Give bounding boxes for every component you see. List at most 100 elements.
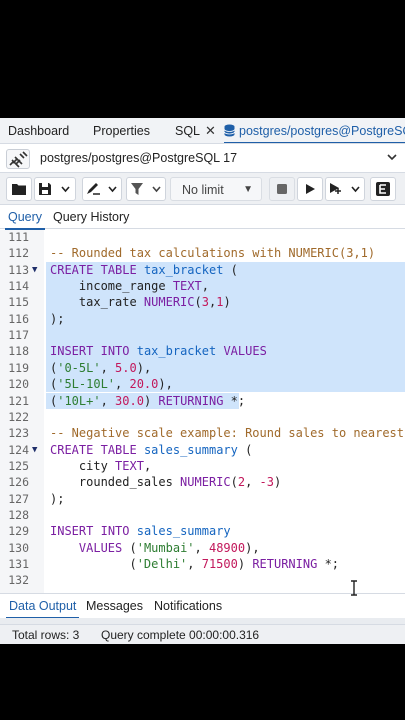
code-line[interactable]: 115 tax_rate NUMERIC(3,1) (0, 294, 405, 311)
line-number: 118 (8, 344, 29, 359)
text-cursor-icon (349, 580, 359, 596)
code-line[interactable]: 130 VALUES ('Mumbai', 48900), (0, 540, 405, 556)
code-line[interactable]: 131 ('Delhi', 71500) RETURNING *; (0, 556, 405, 572)
code-line[interactable]: 122 (0, 409, 405, 425)
tab-label: Query (8, 210, 43, 224)
tab-label: SQL (175, 124, 201, 138)
line-number: 132 (8, 573, 29, 588)
tab-query[interactable]: Query (5, 205, 46, 230)
tab-notifications[interactable]: Notifications (154, 594, 222, 618)
chevron-down-icon: ▼ (243, 184, 253, 195)
code-text: INSERT INTO sales_summary (50, 524, 231, 539)
line-number: 116 (8, 311, 29, 326)
code-line[interactable]: 114 income_range TEXT, (0, 278, 405, 295)
tab-query-tool[interactable]: postgres/postgres@PostgreSQL 17 (224, 118, 405, 143)
stop-icon (277, 184, 287, 194)
connection-status-icon[interactable] (6, 149, 30, 169)
row-limit-select[interactable]: No limit ▼ (170, 177, 262, 201)
code-line[interactable]: 128 (0, 507, 405, 523)
sql-editor[interactable]: 111 112 -- Rounded tax calculations with N… (0, 230, 405, 593)
line-number: 128 (8, 507, 29, 522)
query-time: Query complete 00:00:00.316 (101, 628, 260, 642)
edit-button[interactable] (82, 177, 122, 201)
chevron-down-icon[interactable] (387, 150, 397, 164)
code-text: ('0-5L', 5.0), (50, 360, 152, 375)
code-line[interactable]: 116); (0, 310, 405, 328)
tab-properties[interactable]: Properties (93, 118, 150, 143)
pencil-icon (87, 183, 117, 195)
code-line[interactable]: 119 ('0-5L', 5.0), (0, 359, 405, 377)
code-line[interactable]: 124 ▼ CREATE TABLE sales_summary ( (0, 442, 405, 458)
line-number: 123 (8, 426, 29, 441)
code-text: ('Delhi', 71500) RETURNING *; (50, 557, 340, 571)
explain-button[interactable] (325, 177, 365, 201)
code-line[interactable]: 126 rounded_sales NUMERIC(2, -3) (0, 474, 405, 490)
close-icon[interactable]: ✕ (205, 123, 216, 138)
commit-button[interactable] (370, 177, 396, 201)
active-tab-indicator (224, 142, 405, 143)
line-number: 117 (8, 328, 29, 343)
code-text: ); (50, 311, 65, 326)
stop-button[interactable] (269, 177, 295, 201)
code-text: INSERT INTO tax_bracket VALUES (50, 344, 267, 359)
tab-dashboard[interactable]: Dashboard (8, 118, 69, 143)
code-line[interactable]: 118 INSERT INTO tax_bracket VALUES (0, 343, 405, 360)
line-number: 112 (8, 246, 29, 261)
line-number: 129 (8, 524, 29, 539)
selection-highlight (46, 327, 405, 344)
tab-messages[interactable]: Messages (86, 594, 143, 618)
code-text: VALUES ('Mumbai', 48900), (78, 540, 260, 555)
code-line[interactable]: 132 (0, 572, 405, 588)
line-number: 111 (8, 230, 29, 244)
line-number: 126 (8, 475, 29, 490)
tab-label: Notifications (154, 599, 223, 613)
code-line[interactable]: 120 ('5L-10L', 20.0), (0, 376, 405, 393)
folder-icon (12, 184, 26, 195)
row-limit-value: No limit (182, 183, 224, 197)
save-icon (39, 183, 70, 195)
code-text: CREATE TABLE sales_summary ( (50, 442, 253, 457)
tab-label: Query History (53, 210, 130, 224)
fold-chevron-icon[interactable]: ▼ (32, 442, 37, 458)
play-icon (306, 184, 315, 194)
query-tabs: Query Query History (0, 205, 405, 230)
code-line[interactable]: 117 (0, 327, 405, 344)
code-line[interactable]: 113 ▼ CREATE TABLE tax_bracket ( (0, 261, 405, 279)
tab-label: Data Output (9, 599, 77, 613)
code-line[interactable]: 125 city TEXT, (0, 458, 405, 474)
total-rows: Total rows: 3 (12, 628, 80, 642)
code-text: CREATE TABLE tax_bracket ( (50, 262, 238, 277)
line-number: 121 (8, 393, 29, 408)
line-number: 127 (8, 491, 29, 506)
line-number: 113 (8, 262, 29, 277)
line-number: 131 (8, 557, 29, 571)
status-bar: Total rows: 3 Query complete 00:00:00.31… (0, 624, 405, 644)
editor-icon (376, 182, 390, 196)
open-file-button[interactable] (6, 177, 32, 201)
line-number: 122 (8, 409, 29, 424)
filter-button[interactable] (126, 177, 166, 201)
tab-query-history[interactable]: Query History (53, 205, 129, 229)
code-line[interactable]: 123 -- Negative scale example: Round sale… (0, 425, 405, 441)
query-toolbar: No limit ▼ (0, 173, 405, 205)
code-line[interactable]: 129 INSERT INTO sales_summary (0, 523, 405, 539)
code-line[interactable]: 112 -- Rounded tax calculations with NUME… (0, 245, 405, 261)
code-text: -- Rounded tax calculations with NUMERIC… (50, 246, 376, 261)
code-text: ('10L+', 30.0) RETURNING *; (50, 393, 246, 408)
code-text: ('5L-10L', 20.0), (50, 377, 173, 392)
line-number: 125 (8, 458, 29, 473)
execute-button[interactable] (297, 177, 323, 201)
line-number: 124 (8, 442, 29, 457)
code-line[interactable]: 121 ('10L+', 30.0) RETURNING *; (0, 392, 405, 409)
line-number: 119 (8, 360, 29, 375)
tab-label: postgres/postgres@PostgreSQL 17 (239, 124, 405, 138)
tab-sql[interactable]: SQL ✕ (175, 118, 216, 143)
tab-data-output[interactable]: Data Output (6, 594, 80, 619)
code-line[interactable]: 127); (0, 491, 405, 507)
code-line[interactable]: 111 (0, 230, 405, 245)
line-number: 130 (8, 540, 29, 555)
tab-label: Messages (86, 599, 143, 613)
save-file-button[interactable] (34, 177, 76, 201)
connection-label[interactable]: postgres/postgres@PostgreSQL 17 (40, 151, 237, 165)
fold-chevron-icon[interactable]: ▼ (32, 262, 37, 278)
